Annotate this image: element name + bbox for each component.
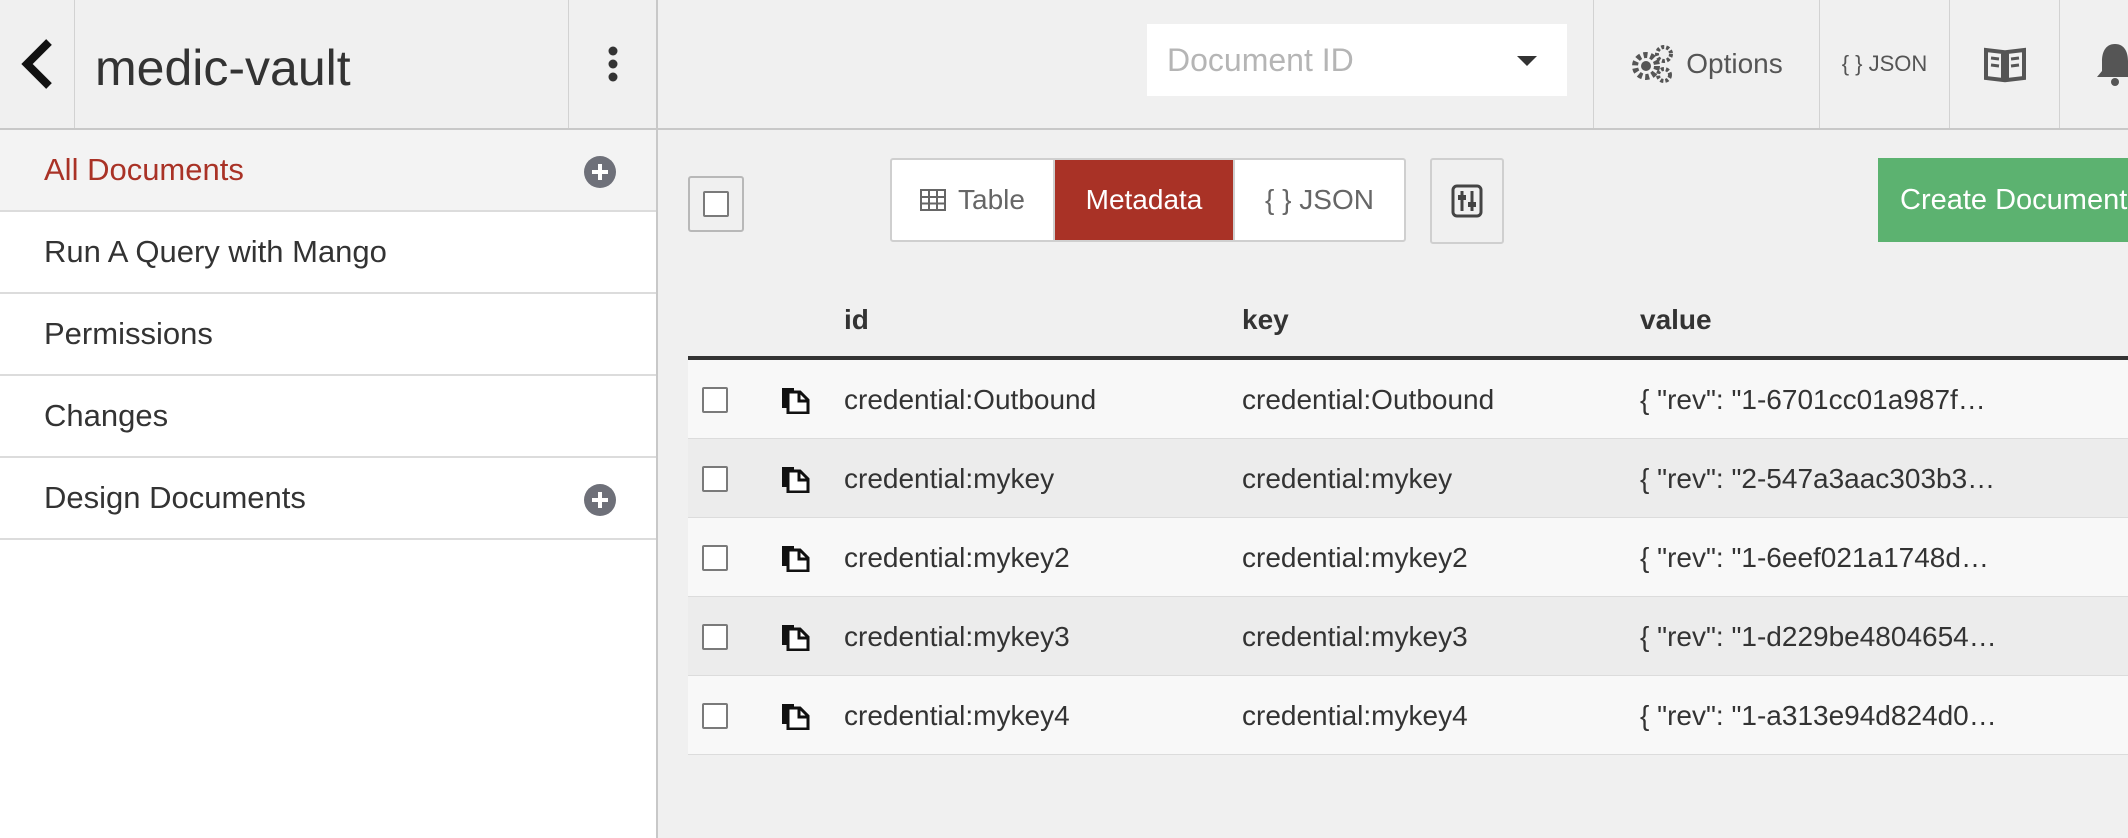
view-mode-toggle: Table Metadata { } JSON — [890, 158, 1406, 242]
sidebar: All Documents Run A Query with Mango Per… — [0, 130, 656, 540]
table-row[interactable]: credential:mykey4 credential:mykey4 { "r… — [688, 676, 2128, 755]
document-id-input[interactable]: Document ID — [1147, 24, 1567, 96]
documentation-button[interactable] — [1949, 0, 2059, 128]
view-metadata-button[interactable]: Metadata — [1055, 160, 1233, 240]
select-all-checkbox[interactable] — [688, 176, 744, 232]
create-document-button[interactable]: Create Document — [1878, 158, 2128, 242]
document-icon[interactable] — [780, 463, 810, 493]
main-content: Table Metadata { } JSON Create Document … — [658, 130, 2128, 838]
table-row[interactable]: credential:mykey2 credential:mykey2 { "r… — [688, 518, 2128, 597]
chevron-down-icon[interactable] — [1517, 56, 1537, 66]
row-id: credential:mykey4 — [844, 700, 1070, 731]
chevron-left-icon — [21, 39, 52, 89]
sidebar-item-permissions[interactable]: Permissions — [0, 294, 656, 376]
column-header-id[interactable]: id — [844, 304, 869, 336]
add-design-document-icon[interactable] — [584, 484, 616, 516]
row-key: credential:mykey — [1242, 463, 1453, 494]
view-json-button[interactable]: { } JSON — [1233, 160, 1404, 240]
sidebar-item-label: Design Documents — [44, 480, 306, 515]
row-id: credential:mykey2 — [844, 542, 1070, 573]
row-value: { "rev": "1-6701cc01a987f… — [1640, 384, 1986, 415]
gears-icon — [1632, 45, 1674, 83]
api-json-label: { } JSON — [1841, 51, 1928, 76]
sidebar-item-label: Permissions — [44, 316, 213, 351]
view-metadata-label: Metadata — [1085, 184, 1203, 215]
bell-icon — [2097, 44, 2128, 86]
app-header: medic-vault Document ID Options { } JSON — [0, 0, 2128, 130]
table-grid-icon — [920, 189, 947, 211]
view-table-button[interactable]: Table — [892, 160, 1055, 240]
row-checkbox[interactable] — [702, 703, 728, 729]
row-value: { "rev": "1-6eef021a1748d… — [1640, 542, 1989, 573]
column-header-key[interactable]: key — [1242, 304, 1289, 336]
row-key: credential:mykey4 — [1242, 700, 1468, 731]
column-header-value[interactable]: value — [1640, 304, 1712, 336]
options-button[interactable]: Options — [1593, 0, 1819, 128]
add-document-icon[interactable] — [584, 156, 616, 188]
row-checkbox[interactable] — [702, 387, 728, 413]
kebab-menu-icon — [608, 46, 617, 82]
view-json-label: { } JSON — [1265, 184, 1374, 215]
database-menu-button[interactable] — [568, 0, 656, 128]
row-value: { "rev": "1-a313e94d824d0… — [1640, 700, 1997, 731]
row-checkbox[interactable] — [702, 466, 728, 492]
document-icon[interactable] — [780, 621, 810, 651]
checkbox-box — [703, 191, 729, 217]
row-key: credential:mykey2 — [1242, 542, 1468, 573]
api-json-button[interactable]: { } JSON — [1819, 0, 1949, 128]
row-id: credential:mykey — [844, 463, 1055, 494]
row-value: { "rev": "2-547a3aac303b3… — [1640, 463, 1996, 494]
back-button[interactable] — [0, 0, 75, 128]
document-icon[interactable] — [780, 542, 810, 572]
sidebar-item-label: Run A Query with Mango — [44, 234, 387, 269]
sidebar-item-all-documents[interactable]: All Documents — [0, 130, 656, 212]
document-icon[interactable] — [780, 700, 810, 730]
sidebar-item-label: All Documents — [44, 152, 244, 187]
row-id: credential:mykey3 — [844, 621, 1070, 652]
view-table-label: Table — [958, 184, 1025, 215]
row-checkbox[interactable] — [702, 624, 728, 650]
database-title: medic-vault — [95, 40, 351, 96]
documents-table: id key value credential:Outbound credent… — [688, 292, 2128, 755]
sidebar-item-mango-query[interactable]: Run A Query with Mango — [0, 212, 656, 294]
notifications-button[interactable] — [2059, 0, 2128, 128]
row-value: { "rev": "1-d229be4804654… — [1640, 621, 1997, 652]
row-id: credential:Outbound — [844, 384, 1097, 415]
table-row[interactable]: credential:mykey credential:mykey { "rev… — [688, 439, 2128, 518]
table-settings-button[interactable] — [1430, 158, 1504, 244]
row-checkbox[interactable] — [702, 545, 728, 571]
table-header: id key value — [688, 292, 2128, 360]
sidebar-item-label: Changes — [44, 398, 169, 433]
book-icon — [1983, 47, 2026, 83]
sidebar-item-changes[interactable]: Changes — [0, 376, 656, 458]
create-document-label: Create Document — [1900, 183, 2128, 216]
document-id-placeholder: Document ID — [1167, 41, 1354, 78]
row-key: credential:Outbound — [1242, 384, 1495, 415]
table-row[interactable]: credential:Outbound credential:Outbound … — [688, 360, 2128, 439]
document-icon[interactable] — [780, 384, 810, 414]
table-row[interactable]: credential:mykey3 credential:mykey3 { "r… — [688, 597, 2128, 676]
row-key: credential:mykey3 — [1242, 621, 1468, 652]
sliders-icon — [1451, 184, 1483, 218]
options-label: Options — [1686, 48, 1783, 79]
sidebar-item-design-documents[interactable]: Design Documents — [0, 458, 656, 540]
